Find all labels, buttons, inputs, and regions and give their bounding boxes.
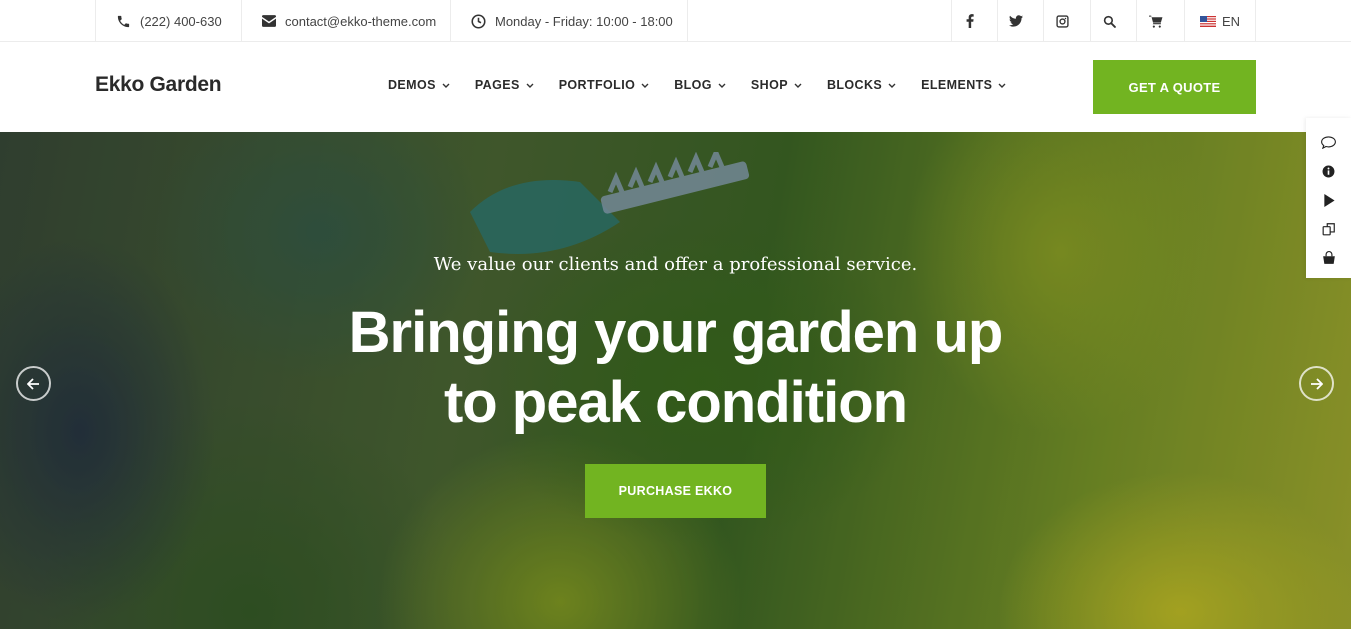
nav-item-portfolio[interactable]: PORTFOLIO [559, 78, 650, 92]
comment-button[interactable] [1319, 132, 1339, 152]
hero-title-line-1: Bringing your garden up [348, 300, 1004, 365]
facebook-icon [966, 14, 974, 28]
chevron-down-icon [526, 83, 534, 88]
nav-label: DEMOS [388, 78, 436, 92]
search-icon [1103, 15, 1116, 28]
hero-slider: We value our clients and offer a profess… [0, 132, 1351, 629]
copy-button[interactable] [1319, 219, 1339, 239]
slider-prev-button[interactable] [16, 366, 51, 401]
chevron-down-icon [794, 83, 802, 88]
instagram-link[interactable] [1043, 0, 1089, 42]
purchase-button[interactable]: PURCHASE EKKO [585, 464, 766, 518]
main-nav: DEMOS PAGES PORTFOLIO BLOG SHOP BLOCKS E… [388, 78, 1031, 92]
copy-icon [1322, 223, 1335, 236]
nav-label: BLOCKS [826, 78, 883, 92]
clock-icon [471, 13, 486, 29]
topbar-hours: Monday - Friday: 10:00 - 18:00 [450, 0, 688, 42]
comment-icon [1321, 135, 1336, 149]
nav-item-shop[interactable]: SHOP [751, 78, 802, 92]
hero-title: Bringing your garden up to peak conditio… [0, 298, 1351, 438]
side-toolbar [1306, 118, 1351, 278]
play-button[interactable] [1319, 190, 1339, 210]
arrow-right-icon [1311, 377, 1323, 390]
cart-button[interactable] [1136, 0, 1184, 42]
topbar-email[interactable]: contact@ekko-theme.com [241, 0, 451, 42]
slider-next-button[interactable] [1299, 366, 1334, 401]
info-button[interactable] [1319, 161, 1339, 181]
nav-item-pages[interactable]: PAGES [475, 78, 534, 92]
play-icon [1323, 193, 1335, 207]
twitter-link[interactable] [997, 0, 1043, 42]
arrow-left-icon [27, 377, 39, 390]
topbar-phone[interactable]: (222) 400-630 [95, 0, 242, 42]
nav-label: PORTFOLIO [558, 78, 636, 92]
twitter-icon [1009, 15, 1023, 27]
facebook-link[interactable] [951, 0, 997, 42]
hours-text: Monday - Friday: 10:00 - 18:00 [495, 13, 673, 29]
phone-icon [117, 15, 130, 27]
chevron-down-icon [442, 83, 450, 88]
hero-title-line-2: to peak condition [443, 370, 908, 435]
hero-subtitle: We value our clients and offer a profess… [433, 254, 918, 275]
get-quote-button[interactable]: GET A QUOTE [1093, 60, 1256, 114]
us-flag-icon [1199, 15, 1216, 27]
language-selector[interactable]: EN [1184, 0, 1256, 42]
nav-label: SHOP [750, 78, 788, 92]
nav-item-blog[interactable]: BLOG [674, 78, 726, 92]
chevron-down-icon [718, 83, 726, 88]
nav-item-demos[interactable]: DEMOS [388, 78, 450, 92]
nav-label: BLOG [674, 78, 712, 92]
chevron-down-icon [888, 83, 896, 88]
site-logo[interactable]: Ekko Garden [95, 73, 222, 97]
top-bar: (222) 400-630 contact@ekko-theme.com Mon… [0, 0, 1351, 42]
chevron-down-icon [641, 83, 649, 88]
envelope-icon [262, 15, 276, 27]
shop-button[interactable] [1319, 248, 1339, 268]
cart-icon [1149, 15, 1163, 28]
info-icon [1322, 165, 1335, 177]
main-header: Ekko Garden DEMOS PAGES PORTFOLIO BLOG S… [0, 42, 1351, 132]
search-button[interactable] [1090, 0, 1136, 42]
nav-item-blocks[interactable]: BLOCKS [827, 78, 896, 92]
bag-icon [1322, 251, 1335, 264]
email-text: contact@ekko-theme.com [285, 13, 437, 29]
language-label: EN [1221, 13, 1241, 29]
instagram-icon [1055, 14, 1069, 28]
phone-text: (222) 400-630 [140, 13, 222, 29]
nav-label: PAGES [474, 78, 520, 92]
nav-item-elements[interactable]: ELEMENTS [921, 78, 1006, 92]
chevron-down-icon [998, 83, 1006, 88]
nav-label: ELEMENTS [921, 78, 993, 92]
